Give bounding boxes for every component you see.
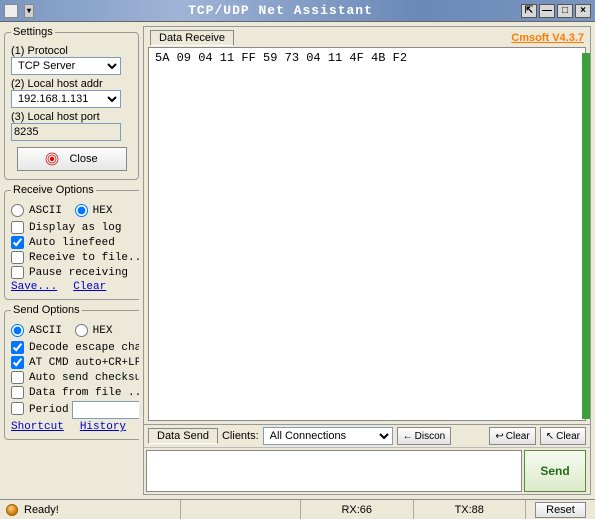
- protocol-label: (1) Protocol: [11, 45, 132, 57]
- send-options-group: Send Options ASCII HEX Decode escape cha…: [4, 304, 139, 440]
- window-title: TCP/UDP Net Assistant: [40, 3, 521, 18]
- settings-group: Settings (1) Protocol TCP Server (2) Loc…: [4, 26, 139, 180]
- statusbar: Ready! RX:66 TX:88 Reset: [0, 499, 595, 519]
- decode-escape-check[interactable]: Decode escape char: [11, 341, 139, 354]
- brand-link[interactable]: Cmsoft V4.3.7: [511, 32, 584, 44]
- send-button[interactable]: Send: [524, 450, 586, 492]
- minimize-button[interactable]: —: [539, 4, 555, 18]
- pause-receiving-check[interactable]: Pause receiving: [11, 266, 139, 279]
- record-icon: [45, 152, 59, 166]
- receive-scrollbar[interactable]: [582, 53, 590, 419]
- recv-hex-radio[interactable]: HEX: [75, 204, 113, 217]
- clear-send-button[interactable]: ↖Clear: [540, 427, 586, 445]
- data-receive-tab[interactable]: Data Receive: [150, 30, 234, 46]
- up-left-icon: ↖: [546, 431, 554, 442]
- reset-button[interactable]: Reset: [535, 502, 586, 518]
- close-window-button[interactable]: ×: [575, 4, 591, 18]
- port-label: (3) Local host port: [11, 111, 132, 123]
- auto-checksum-check[interactable]: Auto send checksum: [11, 371, 139, 384]
- history-link[interactable]: History: [80, 421, 126, 433]
- receive-options-group: Receive Options ASCII HEX Display as log…: [4, 184, 139, 300]
- period-check[interactable]: [11, 402, 26, 419]
- clear-recv-button[interactable]: ↩Clear: [489, 427, 535, 445]
- sysmenu-dropdown[interactable]: ▾: [24, 4, 34, 18]
- protocol-select[interactable]: TCP Server: [11, 57, 121, 75]
- recv-legend: Receive Options: [11, 184, 96, 196]
- host-select[interactable]: 192.168.1.131: [11, 90, 121, 108]
- receive-to-file-check[interactable]: Receive to file...: [11, 251, 139, 264]
- send-ascii-radio[interactable]: ASCII: [11, 324, 62, 337]
- close-connection-button[interactable]: Close: [17, 147, 127, 171]
- clients-select[interactable]: All Connections: [263, 427, 393, 445]
- send-textarea[interactable]: [146, 450, 522, 492]
- data-from-file-check[interactable]: Data from file ...: [11, 386, 139, 399]
- status-tx: TX:88: [413, 500, 526, 519]
- right-panel: Data Receive Cmsoft V4.3.7 5A 09 04 11 F…: [143, 26, 591, 495]
- display-log-check[interactable]: Display as log: [11, 221, 139, 234]
- pin-icon[interactable]: ⇱: [521, 4, 537, 18]
- status-ready: Ready!: [24, 504, 59, 516]
- app-icon: [4, 4, 18, 18]
- receive-textarea[interactable]: 5A 09 04 11 FF 59 73 04 11 4F 4B F2: [148, 47, 586, 421]
- status-rx: RX:66: [300, 500, 413, 519]
- host-label: (2) Local host addr: [11, 78, 132, 90]
- period-label: Period: [29, 404, 69, 416]
- titlebar: ▾ TCP/UDP Net Assistant ⇱ — □ ×: [0, 0, 595, 22]
- shortcut-link[interactable]: Shortcut: [11, 421, 64, 433]
- clients-label: Clients:: [222, 430, 259, 442]
- recv-ascii-radio[interactable]: ASCII: [11, 204, 62, 217]
- auto-linefeed-check[interactable]: Auto linefeed: [11, 236, 139, 249]
- send-legend: Send Options: [11, 304, 82, 316]
- port-input[interactable]: [11, 123, 121, 141]
- status-icon: [6, 504, 18, 516]
- recv-save-link[interactable]: Save...: [11, 281, 57, 293]
- return-icon: ↩: [495, 431, 503, 442]
- recv-clear-link[interactable]: Clear: [73, 281, 106, 293]
- left-panel: Settings (1) Protocol TCP Server (2) Loc…: [4, 26, 139, 495]
- atcmd-check[interactable]: AT CMD auto+CR+LF: [11, 356, 139, 369]
- maximize-button[interactable]: □: [557, 4, 573, 18]
- disconnect-button[interactable]: ←Discon: [397, 427, 452, 445]
- arrow-left-icon: ←: [403, 431, 413, 442]
- close-button-label: Close: [69, 153, 97, 165]
- send-hex-radio[interactable]: HEX: [75, 324, 113, 337]
- data-send-tab[interactable]: Data Send: [148, 428, 218, 444]
- period-input[interactable]: [72, 401, 139, 419]
- settings-legend: Settings: [11, 26, 55, 38]
